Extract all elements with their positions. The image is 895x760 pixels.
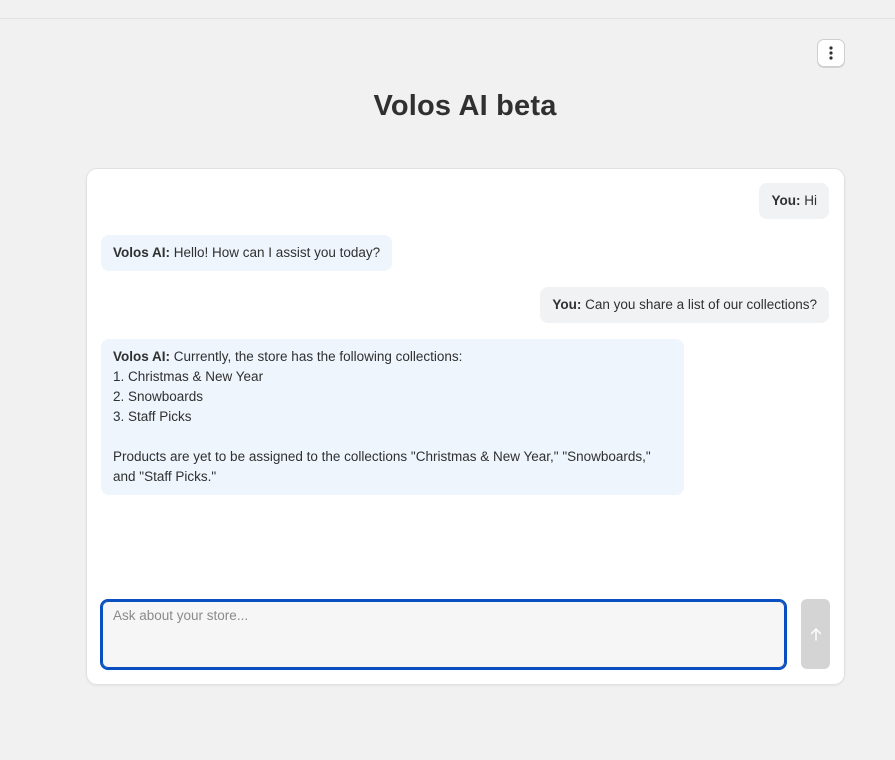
chat-panel: You: Hi Volos AI: Hello! How can I assis…: [86, 168, 845, 685]
message-speaker: Volos AI:: [113, 245, 170, 260]
message-text: Can you share a list of our collections?: [585, 297, 817, 312]
collection-list-item: 3. Staff Picks: [113, 409, 192, 424]
message-text: Hi: [804, 193, 817, 208]
send-button[interactable]: [801, 599, 830, 669]
chat-message-user: You: Can you share a list of our collect…: [540, 287, 829, 323]
message-footer-text: Products are yet to be assigned to the c…: [113, 449, 651, 484]
message-text: Currently, the store has the following c…: [173, 349, 463, 364]
chat-message-ai: Volos AI: Hello! How can I assist you to…: [101, 235, 393, 271]
message-speaker: You:: [771, 193, 801, 208]
message-text: Hello! How can I assist you today?: [173, 245, 381, 260]
chat-message-user: You: Hi: [759, 183, 829, 219]
chat-message-ai: Volos AI: Currently, the store has the f…: [101, 339, 684, 495]
page-title: Volos AI beta: [373, 90, 557, 122]
collection-list-item: 1. Christmas & New Year: [113, 369, 264, 384]
arrow-up-icon: [810, 628, 821, 641]
top-bar: [0, 0, 895, 19]
message-speaker: Volos AI:: [113, 349, 170, 364]
more-vertical-icon: [829, 46, 833, 60]
more-options-button[interactable]: [817, 39, 845, 67]
message-speaker: You:: [552, 297, 582, 312]
chat-input-container: [100, 599, 787, 670]
chat-input[interactable]: [102, 601, 785, 668]
collection-list-item: 2. Snowboards: [113, 389, 204, 404]
